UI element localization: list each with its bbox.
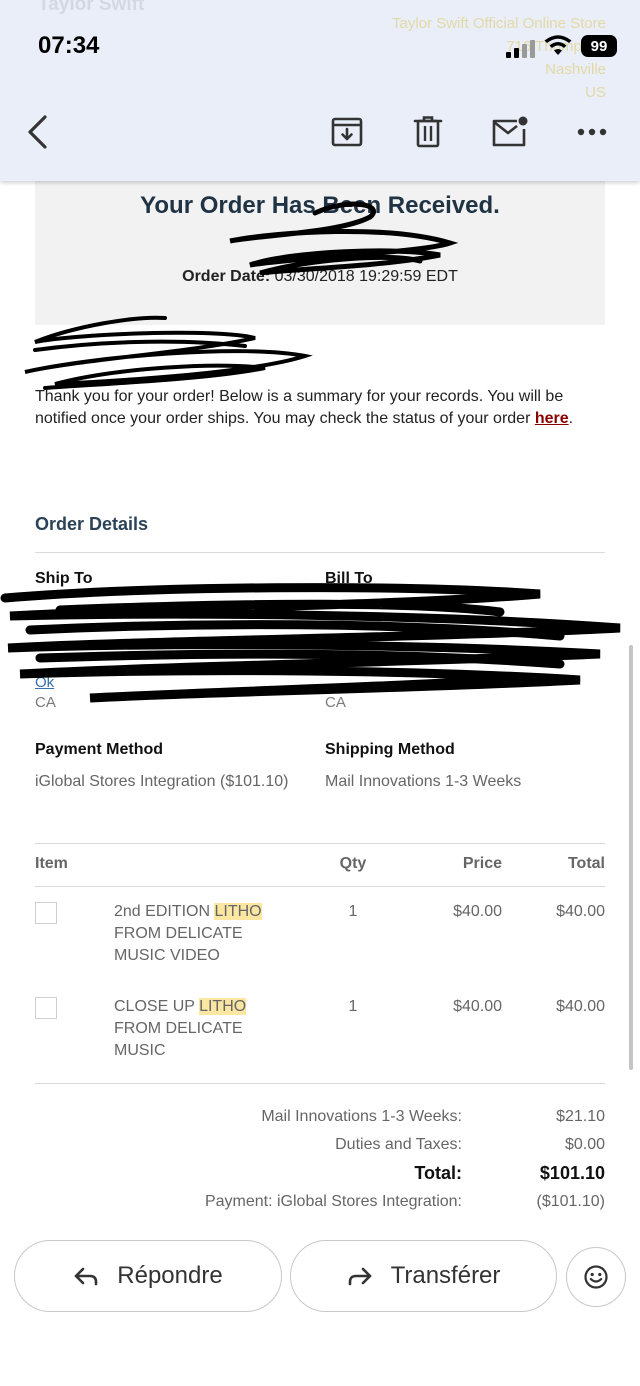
ship-to-country: CA <box>35 694 56 711</box>
shipping-method-value: Mail Innovations 1-3 Weeks <box>325 773 522 790</box>
item-name[interactable]: CLOSE UP LITHO FROM DELICATE MUSIC <box>114 996 294 1062</box>
duties-value: $0.00 <box>564 1136 605 1153</box>
reply-button[interactable]: Répondre <box>14 1240 282 1312</box>
ship-to-address-link[interactable]: Ok <box>35 674 54 691</box>
payment-method-label: Payment Method <box>35 741 164 758</box>
emoji-smile-icon <box>584 1265 608 1289</box>
item-total: $40.00 <box>556 998 605 1015</box>
order-date: Order Date: 03/30/2018 19:29:59 EDT <box>35 268 605 286</box>
payment-method-value: iGlobal Stores Integration ($101.10) <box>35 773 289 790</box>
mail-unread-icon <box>492 116 528 147</box>
shipping-cost-label: Mail Innovations 1-3 Weeks: <box>261 1108 462 1125</box>
reply-label: Répondre <box>117 1262 223 1289</box>
store-line: US <box>585 84 606 101</box>
payment-value: ($101.10) <box>536 1193 606 1210</box>
chevron-left-icon <box>28 115 47 149</box>
item-thumbnail <box>35 902 57 924</box>
col-header-total: Total <box>567 855 605 872</box>
battery-indicator: 99 <box>581 35 617 57</box>
status-time: 07:34 <box>38 32 100 59</box>
divider <box>35 886 605 887</box>
mark-unread-button[interactable] <box>490 112 530 152</box>
item-thumbnail <box>35 997 57 1019</box>
item-total: $40.00 <box>556 903 605 920</box>
signal-icon <box>506 38 536 58</box>
item-name[interactable]: 2nd EDITION LITHO FROM DELICATE MUSIC VI… <box>114 901 294 967</box>
shipping-cost-value: $21.10 <box>556 1108 605 1125</box>
forward-label: Transférer <box>390 1262 501 1289</box>
intro-end: . <box>568 410 574 427</box>
emoji-reaction-button[interactable] <box>566 1247 626 1307</box>
delete-button[interactable] <box>408 112 448 152</box>
ship-to-label: Ship To <box>35 570 93 587</box>
col-header-item: Item <box>35 855 68 872</box>
order-status-link[interactable]: here <box>535 410 569 427</box>
order-date-label: Order Date: <box>182 268 271 285</box>
item-qty: 1 <box>348 903 358 920</box>
order-details-title: Order Details <box>35 514 149 534</box>
forward-button[interactable]: Transférer <box>290 1240 557 1312</box>
archive-icon <box>331 117 363 147</box>
redaction-scribble <box>0 583 621 703</box>
bill-to-country: CA <box>325 694 346 711</box>
sender-name-background: Taylor Swift <box>38 0 145 15</box>
duties-label: Duties and Taxes: <box>335 1136 462 1153</box>
forward-icon <box>348 1267 371 1286</box>
intro-text: Thank you for your order! Below is a sum… <box>35 388 564 427</box>
app-top-bar: Taylor Swift Taylor Swift Official Onlin… <box>0 0 640 181</box>
reply-icon <box>74 1267 98 1286</box>
store-line: Nashville <box>545 61 606 78</box>
divider <box>35 843 605 844</box>
item-price: $40.00 <box>453 903 502 920</box>
archive-button[interactable] <box>327 112 367 152</box>
col-header-price: Price <box>462 855 502 872</box>
scrollbar[interactable] <box>629 645 633 1070</box>
intro-paragraph: Thank you for your order! Below is a sum… <box>35 386 605 430</box>
trash-icon <box>413 116 443 148</box>
divider <box>35 552 605 553</box>
total-value: $101.10 <box>539 1163 605 1183</box>
store-line: Taylor Swift Official Online Store <box>392 15 606 32</box>
item-price: $40.00 <box>453 998 502 1015</box>
more-button[interactable] <box>572 112 612 152</box>
more-horizontal-icon <box>577 128 607 136</box>
divider <box>35 1083 605 1084</box>
col-header-qty: Qty <box>339 855 367 872</box>
order-title: Your Order Has Been Received. <box>140 192 500 219</box>
payment-label: Payment: iGlobal Stores Integration: <box>204 1193 462 1210</box>
order-header-box: Your Order Has Been Received. Order Date… <box>35 175 605 325</box>
item-qty: 1 <box>348 998 358 1015</box>
wifi-icon <box>544 35 572 55</box>
store-address-background: Taylor Swift Official Online Store 716 T… <box>374 12 606 104</box>
back-button[interactable] <box>18 112 58 152</box>
bill-to-label: Bill To <box>325 570 373 587</box>
order-date-value: 03/30/2018 19:29:59 EDT <box>274 268 458 285</box>
total-label: Total: <box>414 1163 462 1183</box>
shipping-method-label: Shipping Method <box>325 741 455 758</box>
